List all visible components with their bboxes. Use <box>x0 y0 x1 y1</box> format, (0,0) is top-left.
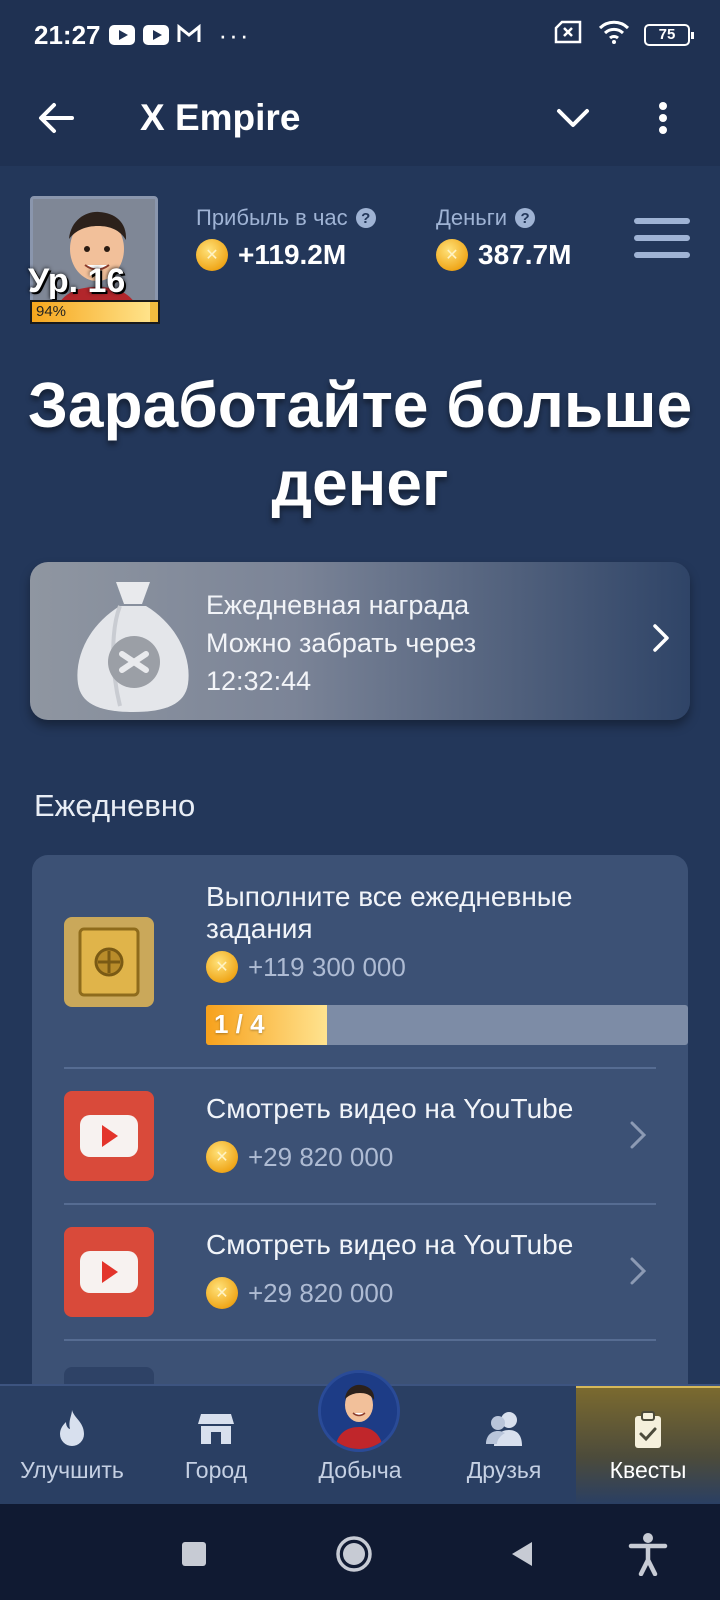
nav-label: Улучшить <box>20 1457 124 1483</box>
daily-reward-card[interactable]: Ежедневная награда Можно забрать через 1… <box>30 562 690 720</box>
accessibility-button[interactable] <box>626 1532 670 1576</box>
quest-title: Смотреть видео на YouTube <box>206 1229 574 1260</box>
level-label: Ур. 16 <box>28 262 126 300</box>
profit-label: Прибыль в час <box>196 205 348 230</box>
clipboard-icon <box>635 1411 661 1448</box>
safe-icon <box>64 917 154 1007</box>
quest-title-line: Выполните все ежедневные <box>206 881 573 912</box>
coin-icon <box>206 1141 238 1173</box>
coin-up-icon <box>196 239 228 271</box>
more-notifications-icon: ··· <box>218 19 251 50</box>
profit-stat: Прибыль в час? +119.2M <box>196 205 376 271</box>
headline-line: денег <box>271 447 449 519</box>
profit-value: +119.2M <box>238 239 347 270</box>
wifi-icon <box>598 20 630 51</box>
fire-icon <box>60 1410 84 1446</box>
headline-line: Заработайте больше <box>27 369 693 441</box>
nav-upgrade[interactable]: Улучшить <box>0 1386 144 1504</box>
youtube-notification-icon <box>142 25 169 45</box>
chevron-right-icon <box>653 624 669 652</box>
hamburger-line <box>634 252 690 258</box>
daily-reward-timer: 12:32:44 <box>206 666 312 696</box>
status-time: 21:27 <box>34 19 101 50</box>
level-progress-label: 94% <box>36 303 67 320</box>
chevron-right-icon <box>630 1121 647 1149</box>
nav-friends[interactable]: Друзья <box>432 1386 576 1504</box>
nav-quests[interactable]: Квесты <box>576 1386 720 1504</box>
quest-list: Выполните все ежедневные задания +119 30… <box>32 855 688 1415</box>
coin-icon <box>206 1277 238 1309</box>
daily-reward-text: Ежедневная награда Можно забрать через 1… <box>206 586 476 700</box>
section-title: Ежедневно <box>34 788 196 823</box>
money-stat: Деньги? 387.7M <box>436 205 571 271</box>
chevron-right-icon <box>630 1257 647 1285</box>
quest-item-youtube[interactable]: Смотреть видео на YouTube +29 820 000 <box>64 1069 656 1205</box>
quest-reward-value: +29 820 000 <box>248 1277 394 1308</box>
no-sim-icon <box>554 20 584 51</box>
money-label: Деньги <box>436 205 508 230</box>
hamburger-line <box>634 235 690 241</box>
level-progress-bar: 94% <box>30 300 160 324</box>
hamburger-menu-button[interactable] <box>634 218 690 258</box>
gmail-icon <box>177 20 201 51</box>
quest-progress-bar: 1 / 4 <box>206 1005 688 1045</box>
daily-reward-subtitle: Можно забрать через <box>206 628 477 658</box>
quest-item-youtube[interactable]: Смотреть видео на YouTube +29 820 000 <box>64 1205 656 1341</box>
money-value: 387.7M <box>478 239 572 270</box>
circle-icon <box>336 1536 372 1572</box>
triangle-back-icon <box>512 1542 532 1566</box>
money-bag-icon <box>77 582 189 712</box>
help-icon[interactable]: ? <box>355 208 376 228</box>
youtube-icon <box>64 1227 154 1317</box>
nav-city[interactable]: Город <box>144 1386 288 1504</box>
arrow-left-icon <box>39 103 74 133</box>
youtube-icon <box>64 1091 154 1181</box>
more-options-button[interactable] <box>628 83 698 153</box>
quest-reward: +29 820 000 <box>206 1277 393 1309</box>
nav-label: Город <box>184 1457 248 1483</box>
shop-icon <box>198 1414 234 1444</box>
help-icon[interactable]: ? <box>515 208 536 228</box>
kebab-menu-icon <box>659 102 667 134</box>
daily-reward-title: Ежедневная награда <box>206 590 470 620</box>
recent-apps-button[interactable] <box>172 1532 216 1576</box>
chevron-down-icon <box>557 109 589 127</box>
coin-icon <box>436 239 468 271</box>
quest-reward: +29 820 000 <box>206 1141 393 1173</box>
avatar-icon <box>321 1373 397 1449</box>
youtube-notification-icon <box>108 25 135 45</box>
page-headline: Заработайте больше денег <box>0 366 720 522</box>
status-bar: 21:27 ··· 75 <box>0 0 720 70</box>
back-button[interactable] <box>16 78 96 158</box>
square-icon <box>182 1542 206 1566</box>
nav-label: Друзья <box>466 1457 542 1483</box>
system-nav-bar <box>0 1504 720 1600</box>
quest-item-daily-tasks[interactable]: Выполните все ежедневные задания +119 30… <box>64 855 688 1069</box>
coin-icon <box>206 951 238 983</box>
app-bar: X Empire <box>0 70 720 166</box>
nav-label: Квесты <box>609 1457 687 1483</box>
app-title: X Empire <box>140 97 301 138</box>
quest-reward-value: +29 820 000 <box>248 1141 394 1172</box>
mining-avatar-button[interactable] <box>318 1370 400 1452</box>
nav-label: Добыча <box>318 1457 402 1483</box>
quest-reward: +119 300 000 <box>206 951 406 983</box>
quest-progress-label: 1 / 4 <box>214 1009 265 1039</box>
friends-icon <box>486 1412 522 1446</box>
quest-title: Выполните все ежедневные задания <box>206 881 573 945</box>
quest-title-line: задания <box>206 913 313 944</box>
battery-icon: 75 <box>644 24 694 46</box>
system-back-button[interactable] <box>500 1532 544 1576</box>
quest-reward-value: +119 300 000 <box>248 951 406 982</box>
hamburger-line <box>634 218 690 224</box>
accessibility-icon <box>628 1533 668 1576</box>
home-button[interactable] <box>332 1532 376 1576</box>
quest-title: Смотреть видео на YouTube <box>206 1093 574 1124</box>
collapse-button[interactable] <box>538 83 608 153</box>
